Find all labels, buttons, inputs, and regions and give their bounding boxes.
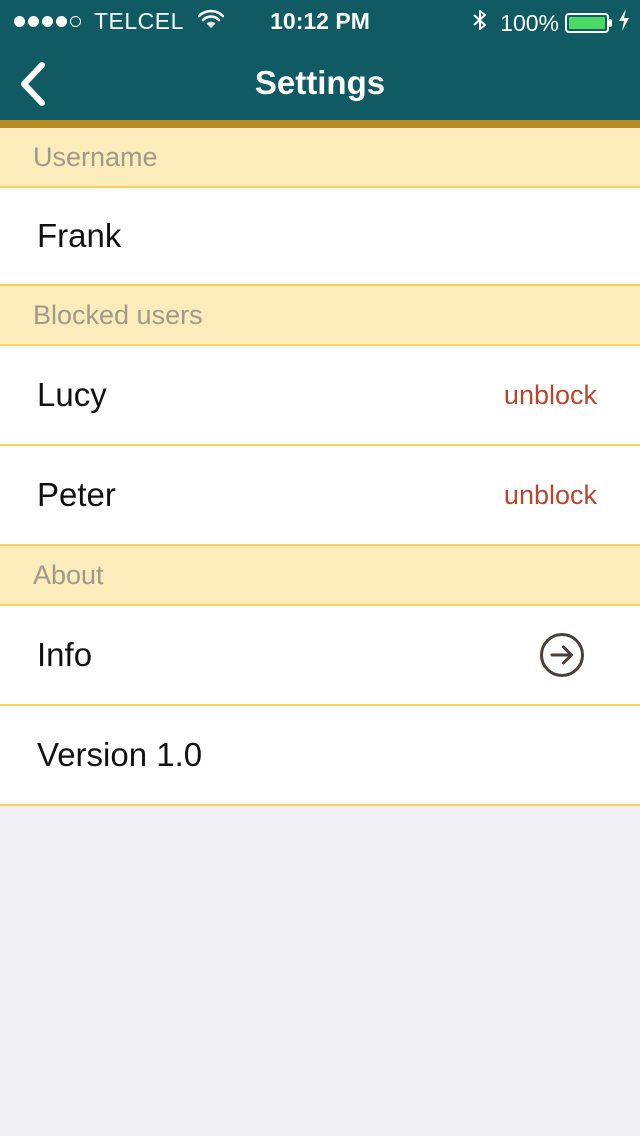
- blocked-user-row: Peter unblock: [0, 446, 640, 546]
- username-value: Frank: [37, 217, 122, 254]
- header-accent-bar: [0, 120, 640, 128]
- arrow-right-circle-icon[interactable]: [539, 632, 585, 678]
- battery-tip: [609, 19, 612, 27]
- blocked-user-row: Lucy unblock: [0, 346, 640, 446]
- version-label: Version 1.0: [37, 736, 203, 773]
- unblock-button[interactable]: unblock: [504, 380, 597, 411]
- blocked-user-name: Lucy: [37, 376, 107, 413]
- username-row[interactable]: Frank: [0, 188, 640, 286]
- settings-list: Username Frank Blocked users Lucy unbloc…: [0, 128, 640, 806]
- version-row: Version 1.0: [0, 706, 640, 806]
- battery-percentage: 100%: [500, 9, 559, 36]
- header: TELCEL 10:12 PM 100% Settings: [0, 0, 640, 120]
- section-header-label: Username: [33, 141, 158, 172]
- charging-bolt-icon: [618, 9, 630, 37]
- page-title: Settings: [254, 64, 386, 101]
- info-row[interactable]: Info: [0, 606, 640, 706]
- status-bar-right: 100%: [472, 8, 630, 38]
- navigation-bar: Settings: [0, 40, 640, 120]
- bluetooth-icon: [472, 8, 488, 38]
- unblock-button[interactable]: unblock: [504, 480, 597, 511]
- status-bar: TELCEL 10:12 PM 100%: [0, 0, 640, 40]
- blocked-user-name: Peter: [37, 476, 116, 513]
- settings-screen: TELCEL 10:12 PM 100% Settings Username F…: [0, 0, 640, 1136]
- section-header-label: Blocked users: [33, 299, 203, 330]
- section-header-label: About: [33, 559, 104, 590]
- section-header-username: Username: [0, 128, 640, 188]
- battery-icon: [565, 13, 609, 33]
- section-header-about: About: [0, 546, 640, 606]
- section-header-blocked-users: Blocked users: [0, 286, 640, 346]
- info-label: Info: [37, 636, 93, 673]
